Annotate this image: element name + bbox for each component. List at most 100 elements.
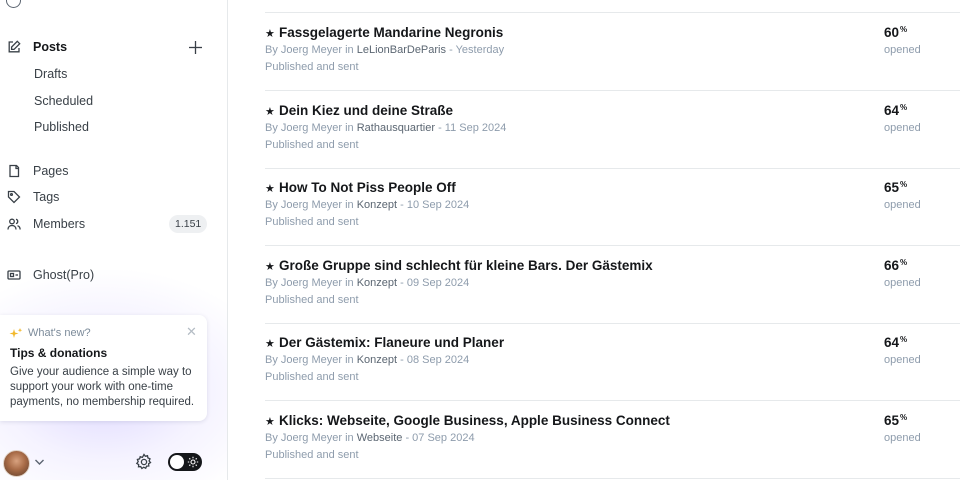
open-rate-value: 64 — [884, 102, 900, 118]
post-author: By Joerg Meyer — [265, 121, 343, 134]
star-icon: ★ — [265, 338, 275, 350]
post-tag[interactable]: Webseite — [357, 432, 403, 444]
star-icon: ★ — [265, 415, 275, 428]
star-icon: ★ — [265, 260, 275, 273]
post-date: 09 Sep 2024 — [406, 276, 470, 289]
post-author: By Joerg Meyer — [265, 44, 343, 56]
post-date: Yesterday — [455, 44, 505, 56]
post-row[interactable]: ★ Große Gruppe sind schlecht für kleine B… — [265, 246, 960, 324]
percent-sign: % — [900, 102, 908, 112]
star-icon: ★ — [265, 183, 275, 195]
avatar[interactable] — [3, 450, 30, 477]
nav-published-label: Published — [34, 120, 89, 134]
post-status: Published and sent — [265, 138, 359, 151]
nav-drafts-label: Drafts — [34, 67, 68, 81]
post-meta: By Joerg Meyer in LeLionBarDeParis - Yes… — [265, 44, 504, 56]
post-tag[interactable]: Konzept — [357, 277, 397, 289]
dashboard-icon[interactable] — [6, 0, 21, 8]
open-rate-label: opened — [884, 431, 921, 444]
post-in: in — [345, 276, 354, 289]
nav-posts-label: Posts — [33, 40, 68, 54]
post-tag[interactable]: Rathausquartier — [357, 122, 435, 134]
nav-scheduled[interactable]: Scheduled — [0, 89, 227, 113]
open-rate-label: opened — [884, 121, 921, 134]
post-row[interactable]: ★ Fassgelagerte Mandarine Negronis By Joer… — [265, 13, 960, 91]
post-separator: - — [400, 199, 404, 211]
open-rate: 64% — [884, 103, 907, 118]
post-meta: By Joerg Meyer in Rathausquartier - 11 S… — [265, 122, 506, 134]
sidebar: Posts Drafts Scheduled Published Pages T… — [0, 0, 228, 480]
post-in: in — [345, 431, 354, 444]
sun-icon — [187, 456, 199, 468]
post-in: in — [345, 354, 354, 366]
plus-icon[interactable] — [188, 40, 203, 55]
open-rate-label: opened — [884, 354, 921, 366]
nav-pages[interactable]: Pages — [0, 159, 227, 183]
post-separator: - — [405, 431, 410, 444]
gear-icon[interactable] — [135, 453, 153, 471]
post-meta: By Joerg Meyer in Konzept - 09 Sep 2024 — [265, 277, 469, 289]
post-row[interactable]: ★ How To Not Piss People Off By Joerg Meye… — [265, 168, 960, 246]
post-meta: By Joerg Meyer in Webseite - 07 Sep 2024 — [265, 432, 475, 444]
post-author: By Joerg Meyer — [265, 354, 343, 366]
post-row[interactable]: ★ Dein Kiez und deine Straße By Joerg Meye… — [265, 91, 960, 169]
open-rate: 65% — [884, 180, 907, 195]
nav-scheduled-label: Scheduled — [34, 94, 94, 108]
sparkle-icon — [9, 328, 23, 338]
whats-new-body: Give your audience a simple way to suppo… — [10, 366, 195, 408]
percent-sign: % — [900, 25, 908, 34]
post-tag[interactable]: Konzept — [357, 354, 397, 366]
post-in: in — [345, 121, 354, 134]
post-in: in — [345, 199, 354, 211]
post-separator: - — [400, 276, 404, 289]
post-tag[interactable]: LeLionBarDeParis — [357, 44, 446, 56]
theme-toggle[interactable] — [168, 453, 202, 471]
page-icon — [9, 164, 20, 178]
post-title[interactable]: How To Not Piss People Off — [279, 180, 456, 195]
ghost-pro-icon — [7, 270, 21, 280]
nav-ghost-pro[interactable]: Ghost(Pro) — [0, 263, 227, 287]
open-rate-label: opened — [884, 44, 921, 56]
post-title[interactable]: Große Gruppe sind schlecht für kleine Ba… — [279, 258, 653, 273]
post-date: 08 Sep 2024 — [406, 354, 470, 366]
close-icon[interactable]: ✕ — [186, 324, 197, 340]
nav-members-label: Members — [33, 217, 86, 231]
open-rate-label: opened — [884, 276, 921, 289]
post-tag[interactable]: Konzept — [357, 199, 397, 211]
post-status: Published and sent — [265, 371, 359, 383]
post-title[interactable]: Klicks: Webseite, Google Business, Apple… — [279, 413, 670, 428]
nav-published[interactable]: Published — [0, 115, 227, 139]
post-title[interactable]: Dein Kiez und deine Straße — [279, 103, 453, 118]
whats-new-eyebrow: What's new? — [28, 327, 91, 339]
chevron-down-icon[interactable] — [34, 458, 45, 466]
toggle-knob — [170, 455, 184, 469]
post-meta: By Joerg Meyer in Konzept - 08 Sep 2024 — [265, 354, 469, 366]
post-meta: By Joerg Meyer in Konzept - 10 Sep 2024 — [265, 199, 469, 211]
open-rate-value: 65 — [884, 180, 900, 195]
nav-tags-label: Tags — [33, 190, 60, 204]
open-rate: 65% — [884, 413, 907, 428]
star-icon: ★ — [265, 28, 275, 40]
post-title[interactable]: Fassgelagerte Mandarine Negronis — [279, 25, 503, 40]
post-separator: - — [438, 121, 442, 134]
nav-pages-label: Pages — [33, 164, 69, 178]
nav-drafts[interactable]: Drafts — [0, 62, 227, 86]
nav-ghost-pro-label: Ghost(Pro) — [33, 268, 95, 282]
post-in: in — [345, 44, 354, 56]
post-date: 11 Sep 2024 — [444, 121, 507, 134]
post-status: Published and sent — [265, 61, 359, 73]
post-author: By Joerg Meyer — [265, 431, 343, 444]
open-rate: 66% — [884, 258, 907, 273]
whats-new-card[interactable]: What's new? ✕ Tips & donations Give your… — [0, 315, 207, 421]
post-status: Published and sent — [265, 448, 359, 461]
tag-icon — [7, 190, 21, 204]
post-title[interactable]: Der Gästemix: Flaneure und Planer — [279, 335, 504, 350]
post-status: Published and sent — [265, 216, 359, 228]
members-count-badge: 1.151 — [169, 215, 208, 233]
open-rate: 60% — [884, 25, 907, 40]
open-rate-value: 60 — [884, 25, 900, 40]
post-status: Published and sent — [265, 293, 359, 306]
nav-tags[interactable]: Tags — [0, 185, 227, 209]
post-row[interactable]: ★ Klicks: Webseite, Google Business, Appl… — [265, 401, 960, 479]
post-row[interactable]: ★ Der Gästemix: Flaneure und Planer By Joe… — [265, 323, 960, 401]
